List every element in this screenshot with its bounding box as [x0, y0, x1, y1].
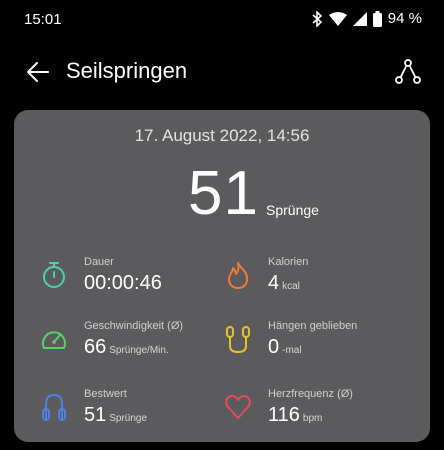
bluetooth-icon — [312, 10, 322, 27]
stat-speed: Geschwindigkeit (Ø) 66 Sprünge/Min. — [40, 320, 230, 370]
battery-icon — [372, 10, 382, 27]
stat-unit: Sprünge/Min. — [109, 345, 169, 356]
page-title: Seilspringen — [66, 58, 188, 83]
stat-number: 116 — [268, 404, 300, 426]
status-icons: 94 % — [311, 10, 422, 27]
stat-label: Geschwindigkeit (Ø) — [84, 320, 184, 332]
stat-value: 51 Sprünge — [84, 404, 147, 427]
stat-value: 00:00:46 — [84, 272, 165, 295]
flame-icon — [228, 262, 248, 289]
jump-rope-icon — [42, 393, 66, 421]
stat-unit: Sprünge — [109, 413, 148, 424]
stat-label: Dauer — [84, 256, 114, 268]
signal-icon — [352, 11, 367, 26]
jump-rope-icon — [226, 326, 250, 354]
stat-tripped: Hängen geblieben 0 -mal — [224, 320, 414, 370]
route-share-button[interactable] — [394, 58, 422, 86]
stat-value: 116 bpm — [268, 404, 322, 427]
app-bar: Seilspringen — [0, 48, 444, 96]
status-time: 15:01 — [24, 11, 62, 28]
speedometer-icon — [42, 331, 66, 349]
stat-duration: Dauer 00:00:46 — [40, 256, 230, 306]
stat-heart-rate: Herzfrequenz (Ø) 116 bpm — [224, 388, 414, 438]
jumps-count: 51 — [188, 159, 259, 228]
status-bar: 15:01 94 % — [0, 0, 444, 40]
stat-label: Hängen geblieben — [268, 320, 358, 332]
route-icon — [395, 59, 421, 84]
stat-value: 66 Sprünge/Min. — [84, 336, 169, 359]
stat-number: 00:00:46 — [84, 272, 162, 294]
stat-number: 51 — [84, 404, 107, 426]
stat-unit: bpm — [302, 413, 323, 424]
workout-date: 17. August 2022, 14:56 — [134, 126, 310, 145]
stat-label: Herzfrequenz (Ø) — [268, 388, 353, 400]
stat-unit: kcal — [282, 281, 300, 292]
heart-icon — [225, 395, 251, 419]
stat-best: Bestwert 51 Sprünge — [40, 388, 230, 438]
jumps-unit: Sprünge — [266, 202, 319, 218]
stat-number: 0 — [268, 336, 280, 358]
stat-unit: -mal — [282, 345, 302, 356]
stat-number: 66 — [84, 336, 107, 358]
stopwatch-icon — [43, 262, 65, 288]
stat-number: 4 — [268, 272, 280, 294]
wifi-icon — [328, 11, 347, 26]
stat-calories: Kalorien 4 kcal — [224, 256, 414, 306]
stat-label: Kalorien — [268, 256, 309, 268]
battery-percent: 94 % — [387, 10, 422, 27]
stat-value: 0 -mal — [268, 336, 302, 359]
arrow-back-icon — [27, 62, 49, 82]
summary-card: 17. August 2022, 14:56 51 Sprünge Dauer … — [14, 110, 430, 442]
back-button[interactable] — [24, 58, 52, 86]
stat-value: 4 kcal — [268, 272, 300, 295]
stat-label: Bestwert — [84, 388, 127, 400]
